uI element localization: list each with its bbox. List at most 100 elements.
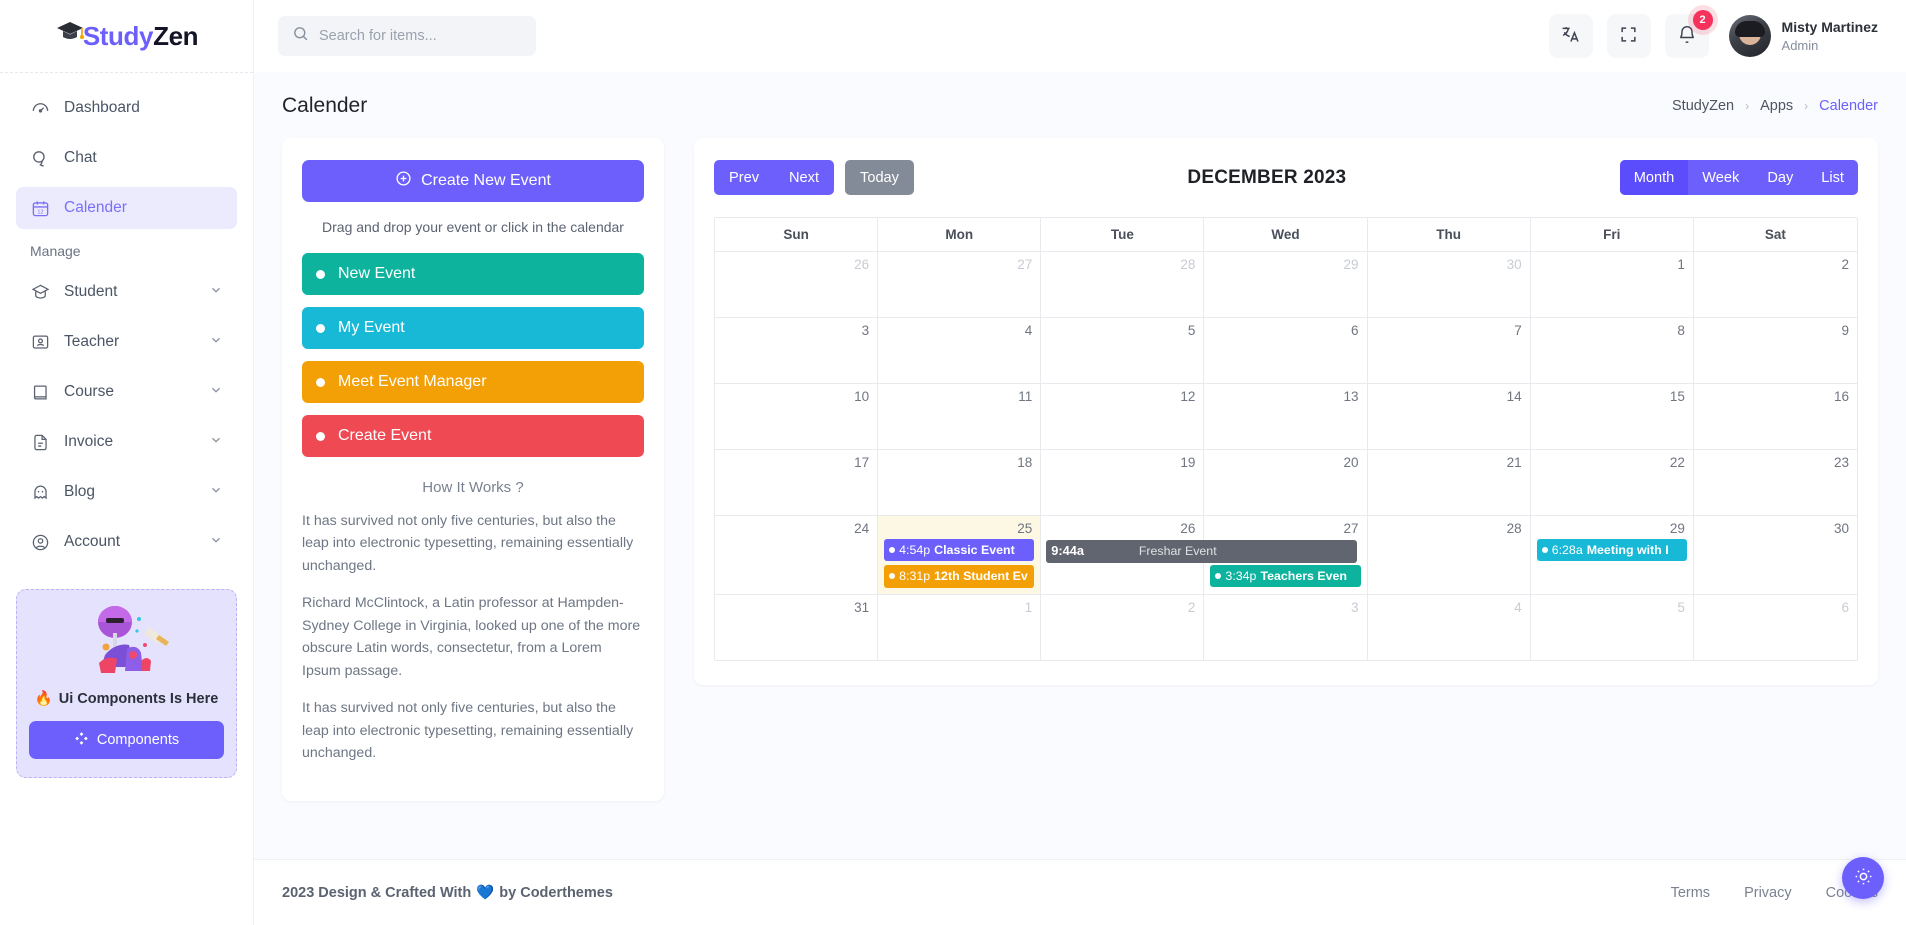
user-menu[interactable]: Misty Martinez Admin [1728, 15, 1878, 57]
calendar-day-cell[interactable]: 8 [1531, 318, 1694, 383]
calendar-day-cell[interactable]: 29 [1204, 252, 1368, 317]
calendar-day-cell[interactable]: 29 6:28a Meeting with I [1531, 516, 1694, 594]
day-header-wed: Wed [1204, 218, 1368, 251]
footer-link-terms[interactable]: Terms [1671, 885, 1710, 901]
chat-bubbles-icon [30, 148, 50, 168]
view-button-week[interactable]: Week [1688, 160, 1753, 195]
components-button[interactable]: Components [29, 721, 224, 759]
view-button-list[interactable]: List [1807, 160, 1858, 195]
footer-link-privacy[interactable]: Privacy [1744, 885, 1792, 901]
draggable-event-meet-event-manager[interactable]: Meet Event Manager [302, 361, 644, 403]
calendar-day-cell[interactable]: 12 [1041, 384, 1205, 449]
calendar-day-cell[interactable]: 28 [1368, 516, 1531, 594]
sidebar-item-chat[interactable]: Chat [16, 137, 237, 179]
calendar-day-cell[interactable]: 28 [1041, 252, 1205, 317]
calendar-day-cell[interactable]: 9 [1694, 318, 1857, 383]
calendar-day-cell[interactable]: 30 [1694, 516, 1857, 594]
calendar-day-cell[interactable]: 4 [1368, 594, 1531, 660]
calendar-day-cell[interactable]: 31 [715, 594, 879, 660]
page-title: Calender [282, 94, 368, 117]
event-title: Freshar Event [1138, 544, 1217, 559]
language-button[interactable] [1548, 14, 1593, 58]
footer: 2023 Design & Crafted With 💙 by Coderthe… [254, 859, 1906, 925]
components-diamond-icon [74, 731, 89, 750]
draggable-event-create-event[interactable]: Create Event [302, 415, 644, 457]
sidebar-item-teacher[interactable]: Teacher [16, 321, 237, 363]
calendar-day-number: 30 [1833, 521, 1849, 536]
sidebar-item-invoice[interactable]: Invoice [16, 421, 237, 463]
calendar-day-cell[interactable]: 15 [1531, 384, 1694, 449]
calendar-day-cell[interactable]: 5 [1041, 318, 1205, 383]
avatar [1728, 15, 1771, 57]
draggable-event-new-event[interactable]: New Event [302, 253, 644, 295]
event-title: Teachers Even [1260, 569, 1347, 583]
calendar-day-cell[interactable]: 27 [878, 252, 1042, 317]
calendar-day-number: 29 [1669, 521, 1685, 536]
view-button-day[interactable]: Day [1753, 160, 1807, 195]
calendar-day-cell[interactable]: 6 [1204, 318, 1368, 383]
calendar-day-cell[interactable]: 2 [1041, 594, 1205, 660]
calendar-event[interactable]: 3:34p Teachers Even [1210, 565, 1361, 588]
calendar-day-cell[interactable]: 30 [1368, 252, 1531, 317]
breadcrumb-separator: › [1745, 99, 1750, 113]
calendar-day-cell[interactable]: 19 [1041, 450, 1205, 515]
calendar-day-cell[interactable]: 24 [715, 516, 879, 594]
calendar-day-cell[interactable]: 22 [1531, 450, 1694, 515]
create-new-event-button[interactable]: Create New Event [302, 160, 644, 202]
calendar-event[interactable]: 6:28a Meeting with I [1536, 539, 1687, 562]
calendar-event[interactable]: 8:31p 12th Student Ev [884, 565, 1035, 588]
calendar-day-cell[interactable]: 13 [1204, 384, 1368, 449]
calendar-day-cell[interactable]: 3 [715, 318, 879, 383]
calendar-day-cell[interactable]: 4 [878, 318, 1042, 383]
sidebar-item-label: Teacher [64, 333, 120, 350]
breadcrumb-item-calender[interactable]: Calender [1819, 98, 1878, 114]
search-input[interactable] [319, 28, 522, 44]
day-header-tue: Tue [1041, 218, 1205, 251]
calendar-event[interactable]: 9:44a Freshar Event [1046, 540, 1357, 563]
search-box[interactable] [278, 16, 536, 56]
notifications-button[interactable]: 2 [1664, 10, 1713, 58]
draggable-event-my-event[interactable]: My Event [302, 307, 644, 349]
calendar-day-cell[interactable]: 10 [715, 384, 879, 449]
calendar-day-number: 26 [854, 257, 870, 272]
brand-logo[interactable]: StudyZen [0, 0, 253, 72]
calendar-day-number: 28 [1506, 521, 1522, 536]
day-header-sat: Sat [1693, 218, 1857, 251]
calendar-day-cell[interactable]: 17 [715, 450, 879, 515]
calendar-day-cell[interactable]: 23 [1694, 450, 1857, 515]
calendar-day-cell[interactable]: 25 4:54p Classic Event 8:31p 12th Student Ev [878, 516, 1042, 594]
calendar-day-cell[interactable]: 21 [1368, 450, 1531, 515]
view-button-month[interactable]: Month [1619, 160, 1689, 195]
calendar-day-cell[interactable]: 16 [1694, 384, 1857, 449]
fullscreen-button[interactable] [1606, 14, 1651, 58]
calendar-day-cell[interactable]: 26 [715, 252, 879, 317]
sidebar-item-calender[interactable]: 12 Calender [16, 187, 237, 229]
calendar-day-cell[interactable]: 20 [1204, 450, 1368, 515]
calendar-day-cell[interactable]: 5 [1531, 594, 1694, 660]
today-button[interactable]: Today [845, 160, 914, 195]
next-button[interactable]: Next [774, 160, 835, 195]
sidebar-item-student[interactable]: Student [16, 271, 237, 313]
sidebar-item-dashboard[interactable]: Dashboard [16, 87, 237, 129]
calendar-day-cell[interactable]: 7 [1368, 318, 1531, 383]
topbar: 2 Misty Martinez Admin [254, 0, 1906, 72]
calendar-day-cell[interactable]: 18 [878, 450, 1042, 515]
calendar-day-number: 17 [854, 455, 870, 470]
theme-toggle-button[interactable] [1842, 857, 1884, 899]
calendar-day-cell[interactable]: 14 [1368, 384, 1531, 449]
sidebar-item-blog[interactable]: Blog [16, 471, 237, 513]
calendar-day-cell[interactable]: 11 [878, 384, 1042, 449]
calendar-day-cell[interactable]: 26 9:44a Freshar Event [1041, 516, 1357, 594]
calendar-day-cell[interactable]: 2 [1694, 252, 1857, 317]
calendar-day-cell[interactable]: 1 [1531, 252, 1694, 317]
prev-button[interactable]: Prev [714, 160, 775, 195]
calendar-day-cell[interactable]: 6 [1694, 595, 1857, 660]
calendar-day-cell[interactable]: 1 [878, 594, 1042, 660]
calendar-day-number: 19 [1180, 455, 1196, 470]
breadcrumb-item-apps[interactable]: Apps [1760, 98, 1793, 114]
breadcrumb-item-studyzen[interactable]: StudyZen [1672, 98, 1734, 114]
calendar-event[interactable]: 4:54p Classic Event [884, 539, 1035, 562]
sidebar-item-account[interactable]: Account [16, 521, 237, 563]
calendar-day-cell[interactable]: 3 [1204, 594, 1368, 660]
sidebar-item-course[interactable]: Course [16, 371, 237, 413]
